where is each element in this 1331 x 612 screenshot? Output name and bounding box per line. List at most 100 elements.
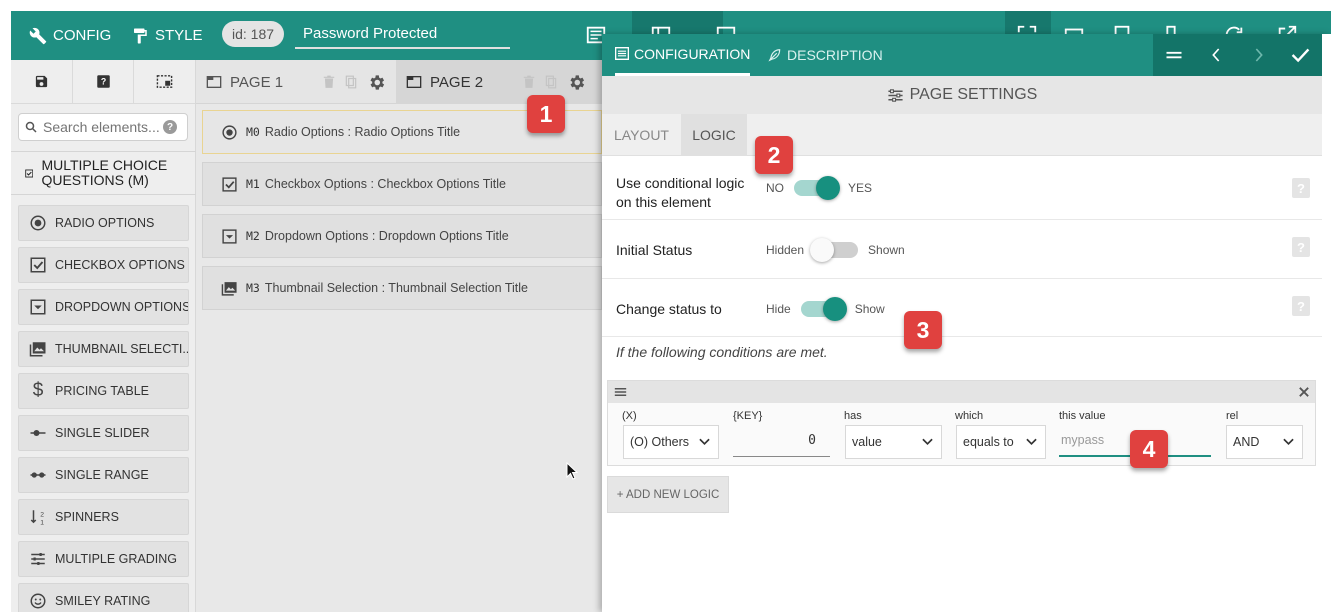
element-single-range[interactable]: SINGLE RANGE — [18, 457, 189, 493]
element-checkbox-options[interactable]: CHECKBOX OPTIONS — [18, 247, 189, 283]
form-name-input[interactable]: Password Protected — [295, 19, 510, 49]
smiley-icon — [29, 592, 47, 610]
tab-logic[interactable]: LOGIC — [681, 114, 747, 156]
spinner-icon: 21 — [29, 508, 47, 526]
help-icon[interactable]: ? — [1292, 296, 1310, 316]
toggle-switch[interactable] — [810, 238, 859, 262]
style-tab[interactable]: STYLE — [131, 11, 203, 60]
which-select[interactable]: equals to — [956, 425, 1046, 459]
image-icon — [221, 281, 237, 296]
toggle-off-label: Hidden — [766, 243, 805, 257]
search-input[interactable] — [43, 119, 161, 135]
close-icon[interactable] — [1299, 387, 1309, 397]
element-dropdown-options[interactable]: DROPDOWN OPTIONS — [18, 289, 189, 325]
copy-icon[interactable] — [345, 75, 357, 89]
add-new-logic-button[interactable]: + ADD NEW LOGIC — [607, 476, 729, 513]
item-code: M3 — [246, 281, 260, 295]
trash-icon[interactable] — [523, 75, 535, 89]
sliders-icon — [888, 88, 903, 102]
page-item[interactable]: M2 Dropdown Options : Dropdown Options T… — [202, 214, 602, 258]
has-select[interactable]: value — [845, 425, 942, 459]
range-icon — [29, 466, 47, 484]
drag-handle[interactable] — [1153, 34, 1195, 76]
page-canvas: PAGE 1 PAGE 2 M0 Radio Options : Radio O… — [196, 60, 602, 612]
save-button[interactable] — [11, 60, 73, 103]
category-header[interactable]: Multiple Choice Questions (M) — [11, 151, 196, 195]
previous-button[interactable] — [1195, 34, 1237, 76]
has-label: has — [844, 410, 862, 422]
config-label: CONFIG — [53, 27, 112, 44]
page-tab-actions — [323, 73, 386, 92]
tab-page-1[interactable]: PAGE 1 — [196, 60, 396, 104]
callout-badge: 2 — [755, 136, 793, 174]
paint-roller-icon — [134, 28, 147, 43]
next-button[interactable] — [1238, 34, 1280, 76]
element-label: PRICING TABLE — [55, 384, 150, 398]
page-item[interactable]: M3 Thumbnail Selection : Thumbnail Selec… — [202, 266, 602, 310]
window-icon — [406, 76, 422, 88]
tab-page-2[interactable]: PAGE 2 — [396, 60, 602, 104]
chevron-down-icon — [699, 438, 710, 446]
change-status-toggle[interactable]: Hide Show — [766, 297, 885, 321]
tab-configuration[interactable]: CONFIGURATION — [615, 34, 751, 76]
search-box[interactable]: ? — [18, 113, 188, 141]
tab-layout[interactable]: LAYOUT — [602, 114, 681, 156]
element-radio-options[interactable]: RADIO OPTIONS — [18, 205, 189, 241]
gear-icon[interactable] — [367, 73, 386, 92]
trash-icon[interactable] — [323, 75, 335, 89]
mouse-cursor-icon — [566, 462, 578, 480]
toggle-off-label: Hide — [766, 302, 791, 316]
elements-sidebar: ? ? Multiple Choice Questions (M) RADIO … — [11, 60, 196, 612]
page-tab-label: PAGE 2 — [430, 73, 484, 91]
initial-status-toggle[interactable]: Hidden Shown — [766, 238, 905, 262]
help-icon[interactable]: ? — [1292, 178, 1310, 198]
confirm-button[interactable] — [1280, 34, 1322, 76]
chevron-left-icon — [1212, 48, 1220, 62]
element-spinners[interactable]: 21 SPINNERS — [18, 499, 189, 535]
gear-icon[interactable] — [567, 73, 586, 92]
element-smiley-rating[interactable]: SMILEY RATING — [18, 583, 189, 612]
element-single-slider[interactable]: SINGLE SLIDER — [18, 415, 189, 451]
toggle-switch[interactable] — [800, 297, 847, 321]
copy-icon[interactable] — [545, 75, 557, 89]
toggle-switch[interactable] — [794, 176, 840, 200]
page-item[interactable]: M1 Checkbox Options : Checkbox Options T… — [202, 162, 602, 206]
key-input[interactable]: 0 — [733, 425, 830, 457]
toggle-knob — [822, 297, 847, 321]
select-area-button[interactable] — [134, 60, 195, 103]
tab-description[interactable]: DESCRIPTION — [768, 34, 883, 76]
window-icon — [206, 76, 222, 88]
panel-header: CONFIGURATION DESCRIPTION — [602, 34, 1322, 76]
logic-rule-header — [608, 381, 1315, 403]
wrench-icon — [29, 27, 47, 44]
x-select[interactable]: (O) Others — [623, 425, 719, 459]
this-value-label: this value — [1059, 410, 1106, 422]
has-value: value — [852, 435, 882, 449]
help-icon[interactable]: ? — [1292, 237, 1310, 257]
svg-text:2: 2 — [40, 511, 44, 518]
help-button[interactable]: ? — [73, 60, 135, 103]
chevron-down-icon — [1026, 438, 1037, 446]
image-icon — [29, 340, 47, 358]
dropdown-icon — [222, 228, 237, 244]
drag-icon[interactable] — [614, 387, 627, 397]
callout-badge: 4 — [1130, 430, 1168, 468]
settings-panel: CONFIGURATION DESCRIPTION PAGE SETTINGS … — [602, 34, 1331, 612]
setting-row-initial-status: Initial Status Hidden Shown ? — [602, 220, 1322, 279]
element-label: DROPDOWN OPTIONS — [55, 300, 189, 314]
drag-icon — [1166, 51, 1182, 59]
config-tab[interactable]: CONFIG — [29, 11, 111, 60]
element-multiple-grading[interactable]: MULTIPLE GRADING — [18, 541, 189, 577]
rel-select[interactable]: AND — [1226, 425, 1303, 459]
conditional-toggle[interactable]: NO YES — [766, 176, 872, 200]
which-label: which — [955, 410, 984, 422]
element-pricing-table[interactable]: $ PRICING TABLE — [18, 373, 189, 409]
help-icon: ? — [96, 75, 110, 88]
item-label: Thumbnail Selection : Thumbnail Selectio… — [264, 281, 528, 295]
search-help-icon[interactable]: ? — [163, 120, 177, 134]
rel-label: rel — [1226, 410, 1239, 422]
element-thumbnail-selection[interactable]: THUMBNAIL SELECTI... — [18, 331, 189, 367]
slider-icon — [29, 424, 47, 442]
select-area-icon — [156, 75, 173, 88]
which-value: equals to — [963, 435, 1014, 449]
